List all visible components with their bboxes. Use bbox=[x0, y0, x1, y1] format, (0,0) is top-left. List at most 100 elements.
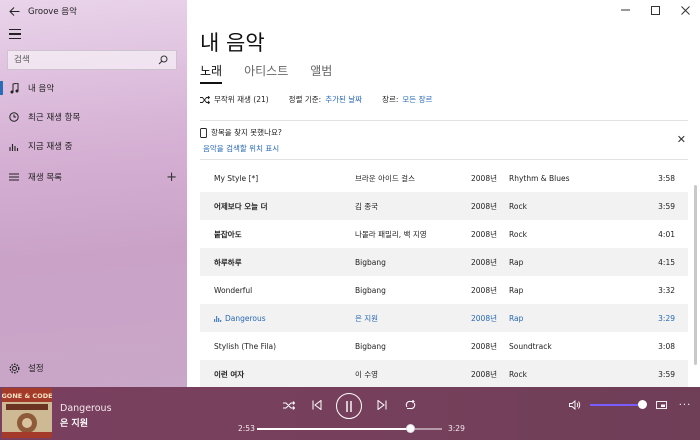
minimize-icon bbox=[620, 9, 630, 11]
phone-icon bbox=[200, 127, 207, 138]
now-playing-artist[interactable]: 은 지원 bbox=[60, 416, 88, 429]
album-art-text: GONE & CODE bbox=[2, 392, 52, 400]
shuffle-label: 무작위 재생 (21) bbox=[214, 95, 269, 104]
song-duration: 3:58 bbox=[658, 173, 675, 183]
seek-bar-fill bbox=[257, 428, 411, 430]
song-title: Wonderful bbox=[214, 285, 253, 295]
equalizer-icon bbox=[0, 142, 28, 151]
sidebar-item-recent[interactable]: 최근 재생 항목 bbox=[0, 104, 187, 130]
sidebar-item-label: 내 음악 bbox=[28, 84, 55, 94]
song-title: 하루하루 bbox=[214, 257, 242, 267]
more-options-icon[interactable]: ··· bbox=[677, 396, 693, 414]
song-list: My Style [*] 브라운 아이드 걸스 2008년 Rhythm & B… bbox=[200, 164, 688, 388]
next-track-icon bbox=[377, 400, 387, 410]
song-row[interactable]: 붙잡아도 나몰라 패밀리, 백 지영 2008년 Rock 4:01 bbox=[200, 220, 688, 248]
hamburger-menu-icon[interactable] bbox=[6, 25, 26, 43]
show-music-locations-link[interactable]: 음악을 검색할 위치 표시 bbox=[200, 143, 688, 154]
back-button[interactable] bbox=[0, 0, 28, 22]
next-button[interactable] bbox=[373, 396, 391, 414]
volume-icon bbox=[569, 400, 581, 410]
maximize-icon bbox=[650, 5, 660, 15]
tab-bar: 노래 아티스트 앨범 bbox=[200, 62, 332, 84]
sidebar: Groove 음악 내 음악 최근 재생 항목 지금 재생 중 재생 목록 + bbox=[0, 0, 187, 387]
search-box bbox=[7, 50, 177, 70]
song-row[interactable]: My Style [*] 브라운 아이드 걸스 2008년 Rhythm & B… bbox=[200, 164, 688, 192]
maximize-button[interactable] bbox=[640, 0, 670, 20]
divider bbox=[200, 159, 688, 160]
add-playlist-icon[interactable]: + bbox=[166, 170, 177, 185]
missing-items-notice: 항목을 찾지 못했나요? 음악을 검색할 위치 표시 ✕ bbox=[200, 127, 688, 154]
sidebar-item-label: 재생 목록 bbox=[28, 173, 62, 183]
song-year: 2008년 bbox=[471, 369, 497, 379]
shuffle-button[interactable] bbox=[280, 396, 298, 414]
tab-albums[interactable]: 앨범 bbox=[310, 62, 332, 84]
tab-artists[interactable]: 아티스트 bbox=[244, 62, 288, 84]
elapsed-time: 2:53 bbox=[238, 424, 255, 433]
song-genre: Rap bbox=[509, 285, 524, 295]
sidebar-item-playlists[interactable]: 재생 목록 + bbox=[0, 164, 187, 190]
minimize-button[interactable] bbox=[610, 0, 640, 20]
song-year: 2008년 bbox=[471, 285, 497, 295]
sidebar-item-label: 지금 재생 중 bbox=[28, 142, 73, 152]
song-row[interactable]: Wonderful Bigbang 2008년 Rap 3:32 bbox=[200, 276, 688, 304]
song-artist[interactable]: 이 수영 bbox=[355, 369, 471, 380]
song-genre: Rock bbox=[509, 201, 527, 211]
shuffle-icon bbox=[200, 95, 210, 104]
song-toolbar: 무작위 재생 (21) 정렬 기준: 추가된 날짜 장르: 모든 장르 bbox=[200, 94, 432, 105]
song-artist[interactable]: Bigbang bbox=[355, 342, 471, 351]
scrollbar[interactable] bbox=[694, 185, 697, 365]
song-row[interactable]: Stylish (The Fila) Bigbang 2008년 Soundtr… bbox=[200, 332, 688, 360]
song-year: 2008년 bbox=[471, 201, 497, 211]
mini-view-button[interactable] bbox=[652, 396, 670, 414]
song-row[interactable]: 이런 여자 이 수영 2008년 Rock 3:59 bbox=[200, 360, 688, 388]
song-artist[interactable]: Bigbang bbox=[355, 286, 471, 295]
album-art[interactable]: GONE & CODE bbox=[2, 388, 52, 438]
clock-icon bbox=[0, 112, 28, 122]
song-title: 어제보다 오늘 더 bbox=[214, 201, 268, 211]
volume-slider-thumb[interactable] bbox=[637, 400, 647, 409]
repeat-button[interactable] bbox=[401, 396, 419, 414]
shuffle-icon bbox=[283, 400, 295, 410]
sidebar-item-now-playing[interactable]: 지금 재생 중 bbox=[0, 133, 187, 159]
song-year: 2008년 bbox=[471, 173, 497, 183]
volume-slider-fill bbox=[590, 404, 642, 406]
sort-dropdown[interactable]: 추가된 날짜 bbox=[325, 94, 362, 105]
song-duration: 3:08 bbox=[658, 341, 675, 351]
search-input[interactable] bbox=[8, 55, 153, 65]
song-row-now-playing[interactable]: Dangerous 은 지원 2008년 Rap 3:29 bbox=[200, 304, 688, 332]
song-duration: 3:32 bbox=[658, 285, 675, 295]
song-row[interactable]: 하루하루 Bigbang 2008년 Rap 4:15 bbox=[200, 248, 688, 276]
close-window-button[interactable] bbox=[670, 0, 700, 20]
search-icon[interactable] bbox=[153, 51, 173, 69]
main-content: 내 음악 노래 아티스트 앨범 무작위 재생 (21) 정렬 기준: 추가된 날… bbox=[187, 0, 700, 388]
page-title: 내 음악 bbox=[200, 31, 265, 55]
song-artist[interactable]: 은 지원 bbox=[355, 313, 471, 324]
previous-button[interactable] bbox=[308, 396, 326, 414]
sidebar-item-my-music[interactable]: 내 음악 bbox=[0, 75, 187, 101]
close-notice-icon[interactable]: ✕ bbox=[677, 133, 686, 146]
song-duration: 4:01 bbox=[658, 229, 675, 239]
song-genre: Rock bbox=[509, 369, 527, 379]
close-icon bbox=[680, 5, 690, 15]
shuffle-all-button[interactable]: 무작위 재생 (21) bbox=[200, 94, 269, 105]
divider bbox=[200, 120, 688, 121]
gear-icon bbox=[0, 363, 28, 374]
song-genre: Rock bbox=[509, 229, 527, 239]
now-playing-equalizer-icon bbox=[214, 315, 222, 322]
genre-dropdown[interactable]: 모든 장르 bbox=[402, 94, 432, 105]
back-arrow-icon bbox=[8, 6, 19, 16]
play-pause-button[interactable] bbox=[336, 393, 362, 419]
seek-bar-thumb[interactable] bbox=[406, 424, 416, 433]
song-year: 2008년 bbox=[471, 257, 497, 267]
volume-button[interactable] bbox=[566, 396, 584, 414]
sidebar-item-settings[interactable]: 설정 bbox=[0, 355, 187, 381]
song-artist[interactable]: 김 종국 bbox=[355, 201, 471, 212]
now-playing-title[interactable]: Dangerous bbox=[60, 403, 112, 414]
song-artist[interactable]: 나몰라 패밀리, 백 지영 bbox=[355, 229, 471, 240]
song-artist[interactable]: 브라운 아이드 걸스 bbox=[355, 173, 471, 184]
sort-label: 정렬 기준: bbox=[288, 95, 322, 104]
song-artist[interactable]: Bigbang bbox=[355, 258, 471, 267]
tab-songs[interactable]: 노래 bbox=[200, 62, 223, 84]
song-row[interactable]: 어제보다 오늘 더 김 종국 2008년 Rock 3:59 bbox=[200, 192, 688, 220]
music-note-icon bbox=[0, 82, 28, 94]
